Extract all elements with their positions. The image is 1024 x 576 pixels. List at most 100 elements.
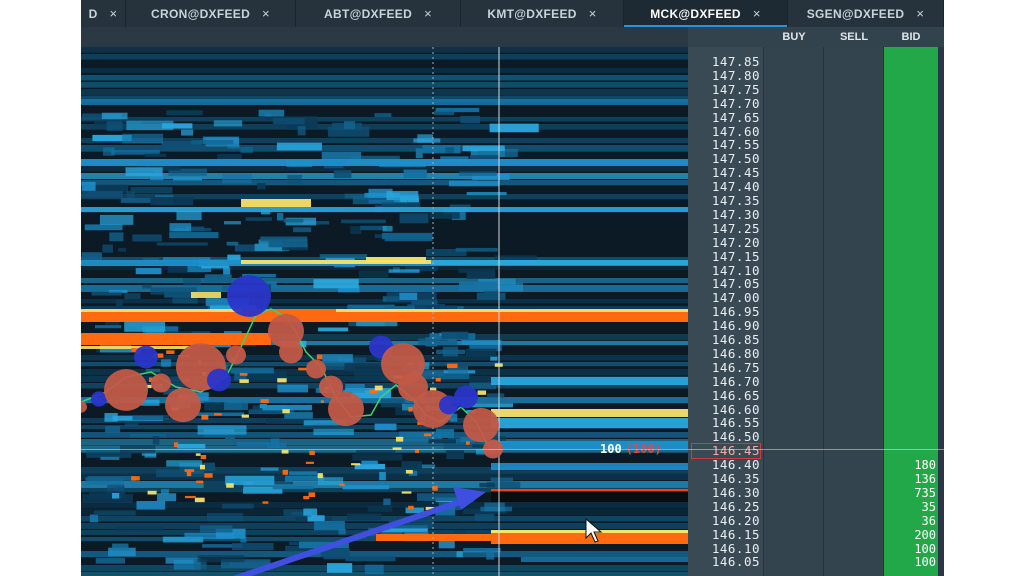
price-level[interactable]: 146.55 — [692, 416, 760, 430]
buy-trade-bubble[interactable] — [227, 275, 271, 317]
bid-size[interactable]: 100 — [884, 542, 936, 556]
close-icon[interactable]: × — [753, 6, 761, 21]
heat-band — [186, 471, 192, 477]
price-level[interactable]: 146.05 — [692, 555, 760, 569]
tab-d[interactable]: D × — [81, 0, 126, 27]
price-level[interactable]: 147.15 — [692, 249, 760, 264]
price-level[interactable]: 146.50 — [692, 430, 760, 444]
price-level[interactable]: 147.70 — [692, 96, 760, 111]
price-level[interactable]: 146.30 — [692, 485, 760, 500]
price-level[interactable]: 146.65 — [692, 388, 760, 403]
sell-trade-bubble[interactable] — [165, 387, 201, 423]
price-level[interactable]: 146.40 — [692, 458, 760, 472]
tab-kmt[interactable]: KMT@DXFEED × — [461, 0, 624, 27]
price-level[interactable]: 146.90 — [692, 319, 760, 333]
buy-trade-bubble[interactable] — [454, 385, 478, 409]
price-level[interactable]: 147.50 — [692, 152, 760, 166]
price-level[interactable]: 147.60 — [692, 124, 760, 139]
price-level[interactable]: 147.75 — [692, 82, 760, 97]
price-level[interactable]: 146.80 — [692, 346, 760, 361]
heat-band — [226, 241, 239, 246]
price-level[interactable]: 147.80 — [692, 68, 760, 83]
bid-size[interactable]: 735 — [884, 486, 936, 500]
heat-band — [461, 339, 502, 345]
buy-column-header[interactable]: BUY — [764, 27, 824, 47]
heat-band — [81, 278, 688, 284]
heat-band — [81, 309, 688, 312]
tab-mck[interactable]: MCK@DXFEED × — [624, 0, 788, 27]
price-level[interactable]: 147.05 — [692, 277, 760, 291]
heat-band — [459, 171, 497, 176]
price-level[interactable]: 147.85 — [692, 55, 760, 69]
price-level[interactable]: 147.25 — [692, 221, 760, 236]
sell-column-header[interactable]: SELL — [824, 27, 884, 47]
order-book-heatmap[interactable] — [81, 47, 688, 576]
price-level[interactable]: 146.10 — [692, 541, 760, 556]
price-level[interactable]: 147.45 — [692, 166, 760, 180]
price-level[interactable]: 146.45 — [691, 443, 761, 460]
ladder-scroll-edge[interactable] — [938, 47, 944, 576]
sell-trade-bubble[interactable] — [151, 373, 171, 393]
close-icon[interactable]: × — [424, 6, 432, 21]
tab-cron[interactable]: CRON@DXFEED × — [126, 0, 296, 27]
heat-band — [429, 212, 460, 219]
heat-band — [368, 527, 378, 537]
sell-trade-bubble[interactable] — [328, 391, 364, 427]
price-level[interactable]: 147.65 — [692, 110, 760, 125]
price-level[interactable]: 147.30 — [692, 207, 760, 222]
heat-band — [273, 118, 305, 125]
price-level[interactable]: 146.60 — [692, 402, 760, 417]
heat-band — [320, 548, 350, 558]
heat-band — [408, 406, 413, 412]
price-level[interactable]: 147.00 — [692, 291, 760, 305]
sell-column[interactable] — [824, 47, 884, 576]
bid-size[interactable]: 200 — [884, 528, 936, 542]
heat-band — [466, 191, 507, 196]
price-level[interactable]: 146.25 — [692, 499, 760, 514]
bid-size[interactable]: 100 — [884, 555, 936, 569]
heat-band — [204, 473, 213, 478]
price-level[interactable]: 147.10 — [692, 263, 760, 278]
price-level[interactable]: 146.75 — [692, 360, 760, 375]
price-level[interactable]: 147.55 — [692, 138, 760, 152]
heat-band — [231, 542, 274, 551]
tab-bar: D × CRON@DXFEED × ABT@DXFEED × KMT@DXFEE… — [81, 0, 944, 27]
heat-band — [466, 441, 470, 445]
heat-band — [116, 299, 123, 307]
heat-band — [226, 483, 234, 488]
tab-sgen[interactable]: SGEN@DXFEED × — [788, 0, 944, 27]
sell-trade-bubble[interactable] — [463, 407, 499, 443]
heat-band — [283, 218, 304, 223]
bid-column-header[interactable]: BID — [884, 27, 938, 47]
price-level[interactable]: 147.20 — [692, 235, 760, 250]
price-level[interactable]: 146.35 — [692, 472, 760, 486]
close-icon[interactable]: × — [262, 6, 270, 21]
price-level[interactable]: 147.35 — [692, 194, 760, 208]
buy-trade-bubble[interactable] — [207, 368, 231, 392]
close-icon[interactable]: × — [110, 6, 118, 21]
price-level[interactable]: 146.70 — [692, 374, 760, 389]
buy-column[interactable] — [764, 47, 824, 576]
bid-size[interactable]: 180 — [884, 458, 936, 472]
price-level[interactable]: 147.40 — [692, 180, 760, 194]
heat-band — [318, 327, 349, 332]
bid-size[interactable]: 136 — [884, 472, 936, 486]
price-level[interactable]: 146.15 — [692, 527, 760, 542]
sell-trade-bubble[interactable] — [306, 359, 326, 379]
price-level[interactable]: 146.85 — [692, 333, 760, 347]
close-icon[interactable]: × — [916, 6, 924, 21]
sell-trade-bubble[interactable] — [279, 340, 303, 364]
heat-band — [418, 338, 458, 346]
bid-size[interactable]: 35 — [884, 500, 936, 514]
price-ladder: BUY SELL BID 147.85 147.80 147.75 147.70 147… — [688, 27, 944, 576]
heat-band — [169, 223, 192, 232]
close-icon[interactable]: × — [589, 6, 597, 21]
price-level[interactable]: 146.95 — [692, 305, 760, 319]
buy-trade-bubble[interactable] — [134, 345, 158, 369]
sell-trade-bubble[interactable] — [104, 369, 148, 411]
price-level[interactable]: 146.20 — [692, 513, 760, 528]
bid-size[interactable]: 36 — [884, 514, 936, 528]
sell-trade-bubble[interactable] — [226, 345, 246, 365]
tab-abt[interactable]: ABT@DXFEED × — [296, 0, 461, 27]
heat-band — [200, 525, 233, 533]
